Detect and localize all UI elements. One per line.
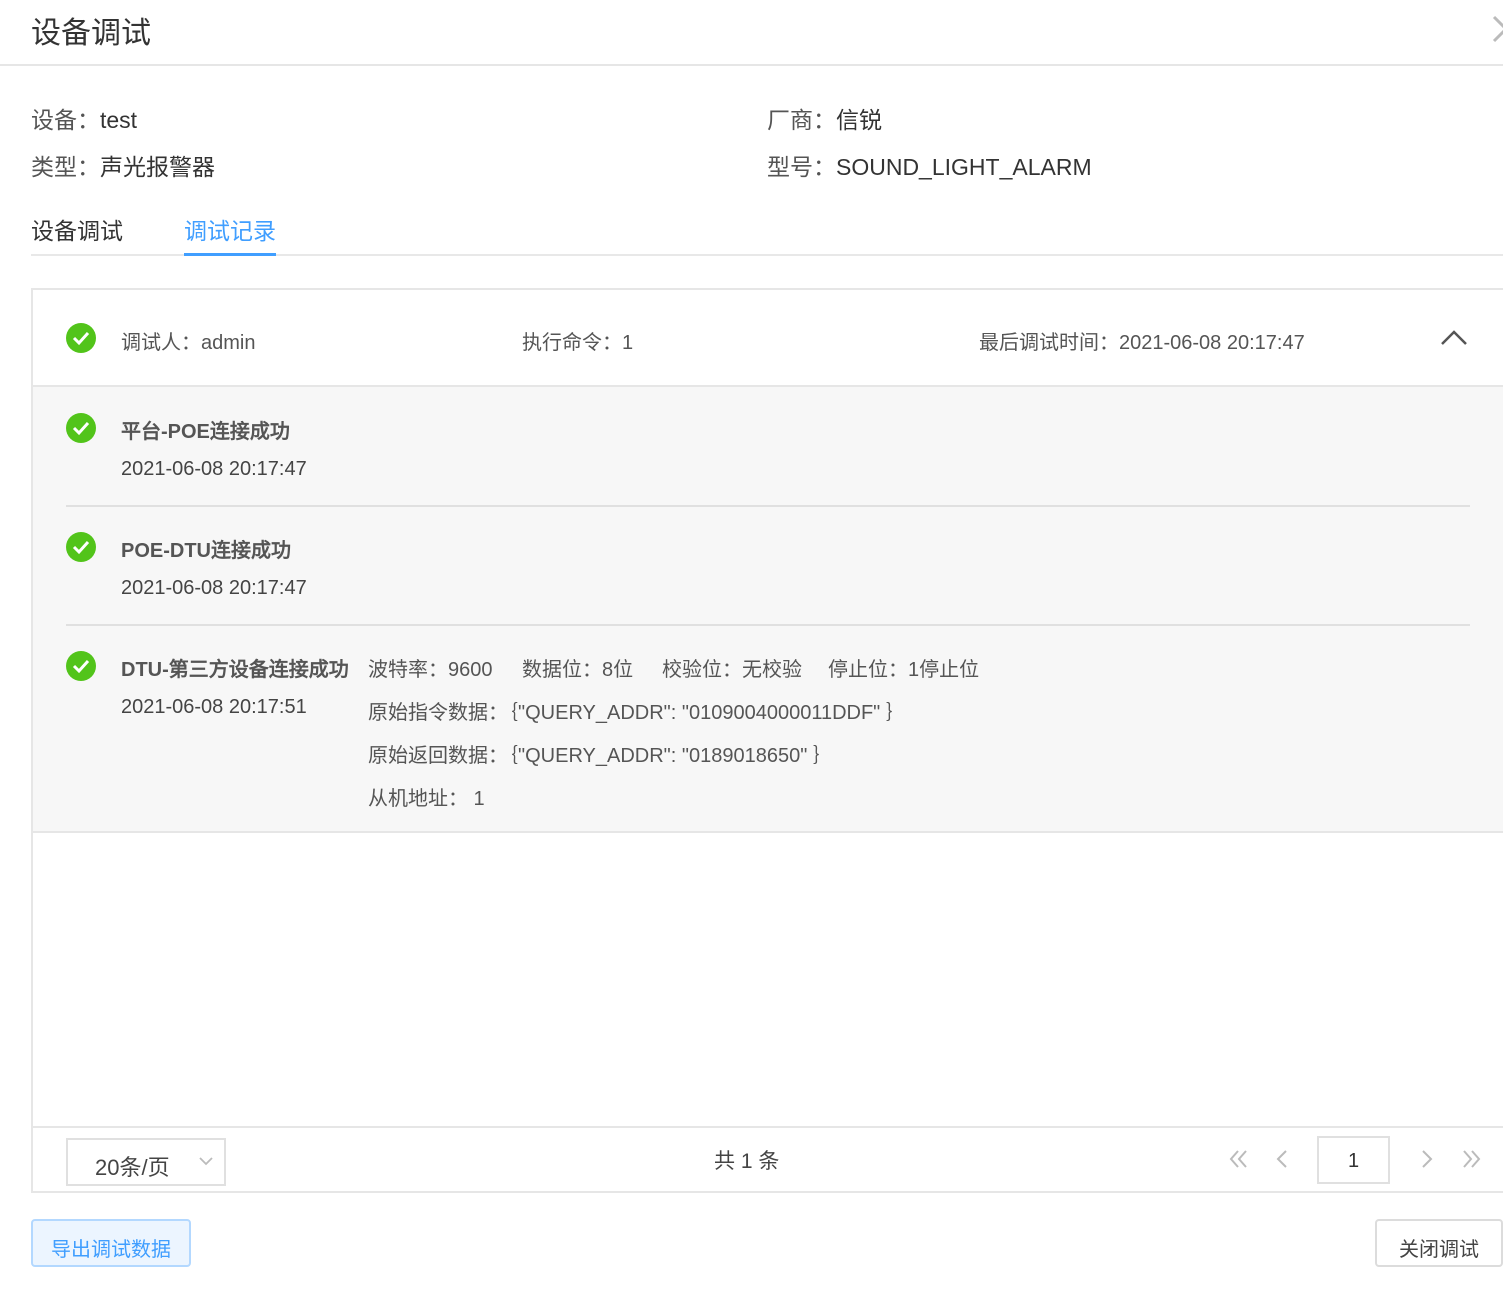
step-time: 2021-06-08 20:17:47 [121,458,307,480]
model-row: 型号：SOUND_LIGHT_ALARM [767,148,1092,182]
device-name-row: 设备：test [31,101,137,135]
export-debug-data-button[interactable]: 导出调试数据 [31,1219,191,1267]
tab-device-debug[interactable]: 设备调试 [31,212,123,256]
model-value: SOUND_LIGHT_ALARM [836,154,1092,180]
first-page-icon[interactable] [1229,1148,1249,1170]
step-title: POE-DTU连接成功 [121,540,291,562]
vendor-row: 厂商：信锐 [767,101,882,135]
device-value: test [100,107,138,133]
data-bits: 数据位：8位 [522,659,634,681]
stop-bits: 停止位：1停止位 [828,659,980,681]
next-page-icon[interactable] [1420,1148,1434,1170]
prev-page-icon[interactable] [1275,1148,1289,1170]
raw-response-data: 原始返回数据：｛"QUERY_ADDR": "0189018650" ｝ [368,745,833,767]
step-divider [66,624,1470,626]
type-value: 声光报警器 [100,154,215,180]
tab-bar: 设备调试 调试记录 [31,206,1503,256]
slave-address: 从机地址： 1 [368,788,485,810]
chevron-right-icon[interactable] [1491,14,1503,44]
operator-text: 调试人：admin [121,332,256,354]
vendor-label: 厂商： [767,107,836,133]
success-check-icon [66,532,96,562]
last-page-icon[interactable] [1461,1148,1481,1170]
dialog-title: 设备调试 [31,17,151,50]
success-check-icon [66,323,96,353]
baud-rate: 波特率：9600 [368,659,493,681]
step-title: 平台-POE连接成功 [121,421,290,443]
vendor-value: 信锐 [836,107,882,133]
chevron-up-icon[interactable] [1440,328,1468,346]
step-time: 2021-06-08 20:17:51 [121,696,307,718]
page-number-input[interactable]: 1 [1317,1136,1390,1184]
raw-command-data: 原始指令数据：｛"QUERY_ADDR": "0109004000011DDF"… [368,702,906,724]
step-divider [66,505,1470,507]
records-panel: 调试人：admin 执行命令：1 最后调试时间：2021-06-08 20:17… [31,288,1503,1193]
parity: 校验位：无校验 [662,659,802,681]
record-header[interactable]: 调试人：admin 执行命令：1 最后调试时间：2021-06-08 20:17… [33,290,1503,387]
page-size-select[interactable]: 20条/页 [66,1138,226,1186]
close-debug-button[interactable]: 关闭调试 [1375,1219,1503,1267]
success-check-icon [66,651,96,681]
step-time: 2021-06-08 20:17:47 [121,577,307,599]
chevron-down-icon [199,1157,213,1166]
type-label: 类型： [31,154,100,180]
step-title: DTU-第三方设备连接成功 [121,659,349,681]
model-label: 型号： [767,154,836,180]
pagination: 20条/页 共 1 条 1 [33,1126,1503,1193]
command-count-text: 执行命令：1 [522,332,634,354]
success-check-icon [66,413,96,443]
record-steps: 平台-POE连接成功 2021-06-08 20:17:47 POE-DTU连接… [33,387,1503,833]
total-count: 共 1 条 [714,1150,780,1173]
dialog-header: 设备调试 [0,0,1503,66]
last-debug-time-text: 最后调试时间：2021-06-08 20:17:47 [979,332,1305,354]
device-label: 设备： [31,107,100,133]
tab-debug-records[interactable]: 调试记录 [184,212,276,256]
page-size-value: 20条/页 [95,1155,170,1180]
device-type-row: 类型：声光报警器 [31,148,215,182]
